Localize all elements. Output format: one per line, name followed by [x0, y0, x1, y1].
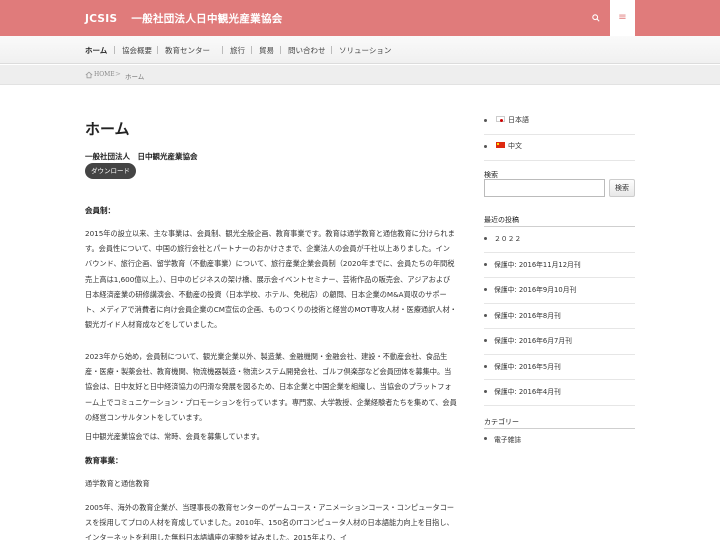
- membership-heading: 会員制：: [85, 206, 115, 215]
- site-header: JCSIS 一般社団法人日中観光産業協会 ≡: [0, 0, 720, 36]
- nav-divider: [331, 46, 332, 54]
- bullet: [484, 237, 487, 240]
- bullet: [484, 390, 487, 393]
- recent-post-link[interactable]: 保護中: 2016年4月刊: [494, 386, 561, 396]
- bullet: [484, 339, 487, 342]
- language-item-ja[interactable]: 日本語: [484, 109, 635, 135]
- home-icon[interactable]: [85, 71, 93, 79]
- nav-item-home[interactable]: ホーム: [85, 45, 107, 56]
- nav-item-about[interactable]: 協会概要: [122, 45, 152, 56]
- nav-divider: [251, 46, 252, 54]
- nav-item-solution[interactable]: ソリューション: [339, 45, 391, 56]
- paragraph-membership: 2023年から始め，会員制について、観光業企業以外、製造業、金融機関・金融会社、…: [85, 352, 457, 422]
- org-name: 一般社団法人 日中観光産業協会: [85, 152, 198, 161]
- categories-title: カテゴリー: [484, 418, 519, 426]
- language-label[interactable]: 日本語: [508, 115, 529, 125]
- search-input[interactable]: [484, 179, 605, 197]
- recent-post-item[interactable]: 保護中: 2016年8月刊: [484, 304, 635, 329]
- recent-post-item[interactable]: 保護中: 2016年6月7月刊: [484, 329, 635, 355]
- bullet: [484, 313, 487, 317]
- recent-post-link[interactable]: 保護中: 2016年5月刊: [494, 361, 561, 371]
- bullet: [484, 262, 487, 266]
- breadcrumb-separator: >: [115, 70, 121, 78]
- language-label[interactable]: 中文: [508, 141, 522, 151]
- education-heading: 教育事業：: [85, 456, 123, 465]
- recent-post-link[interactable]: 保護中: 2016年6月7月刊: [494, 335, 572, 345]
- recent-post-link[interactable]: 保護中: 2016年9月10月刊: [494, 284, 576, 294]
- recent-post-item[interactable]: 保護中: 2016年9月10月刊: [484, 278, 635, 304]
- recent-posts-title: 最近の投稿: [484, 216, 519, 224]
- breadcrumb: HOME > ホーム: [0, 65, 720, 85]
- recent-post-link[interactable]: ２０２２: [494, 233, 521, 243]
- site-abbr[interactable]: JCSIS: [85, 13, 117, 25]
- paragraph-recruiting: 日中観光産業協会では、常時、会員を募集しています。: [85, 432, 264, 441]
- main-nav: ホーム 協会概要 教育センター 旅行 貿易 問い合わせ ソリューション: [0, 36, 720, 64]
- recent-post-item[interactable]: 保護中: 2016年4月刊: [484, 380, 635, 406]
- nav-divider: [114, 46, 115, 54]
- paragraph-education-types: 通学教育と通信教育: [85, 479, 150, 488]
- page-title: ホーム: [85, 120, 130, 138]
- bullet: [484, 288, 487, 291]
- recent-post-item[interactable]: 保護中: 2016年5月刊: [484, 355, 635, 380]
- site-name[interactable]: 一般社団法人日中観光産業協会: [131, 13, 282, 25]
- nav-divider: [157, 46, 158, 54]
- nav-item-trade[interactable]: 貿易: [259, 45, 274, 56]
- nav-divider: [280, 46, 281, 54]
- nav-divider: [222, 46, 223, 54]
- china-flag-icon: [496, 142, 505, 148]
- recent-post-link[interactable]: 保護中: 2016年11月12月刊: [494, 259, 581, 269]
- widget-divider: [484, 428, 635, 429]
- site-title[interactable]: JCSIS 一般社団法人日中観光産業協会: [85, 11, 283, 26]
- category-link[interactable]: 電子雑誌: [494, 434, 521, 444]
- language-item-zh[interactable]: 中文: [484, 135, 635, 161]
- recent-post-link[interactable]: 保護中: 2016年8月刊: [494, 310, 561, 320]
- nav-item-contact[interactable]: 問い合わせ: [288, 45, 326, 56]
- nav-item-travel[interactable]: 旅行: [230, 45, 245, 56]
- category-item[interactable]: 電子雑誌: [484, 432, 635, 446]
- breadcrumb-current: ホーム: [125, 73, 145, 81]
- recent-post-item[interactable]: ２０２２: [484, 227, 635, 253]
- paragraph-education-history: 2005年、海外の教育企業が、当理事長の教育センターのゲームコース・アニメーショ…: [85, 503, 455, 540]
- bullet: [484, 437, 487, 440]
- japan-flag-icon: [496, 116, 505, 122]
- bullet: [484, 119, 487, 122]
- search-button[interactable]: 検索: [609, 179, 635, 197]
- paragraph-history: 2015年の設立以来、主な事業は、会員制、観光全般企画、教育事業です。教育は通学…: [85, 229, 457, 330]
- download-button[interactable]: ダウンロード: [85, 163, 136, 179]
- search-icon[interactable]: [586, 8, 606, 28]
- nav-item-education[interactable]: 教育センター: [165, 45, 210, 56]
- bullet: [484, 145, 487, 148]
- hamburger-icon[interactable]: ≡: [610, 0, 635, 36]
- bullet: [484, 364, 487, 368]
- recent-post-item[interactable]: 保護中: 2016年11月12月刊: [484, 253, 635, 278]
- breadcrumb-home[interactable]: HOME: [94, 71, 115, 78]
